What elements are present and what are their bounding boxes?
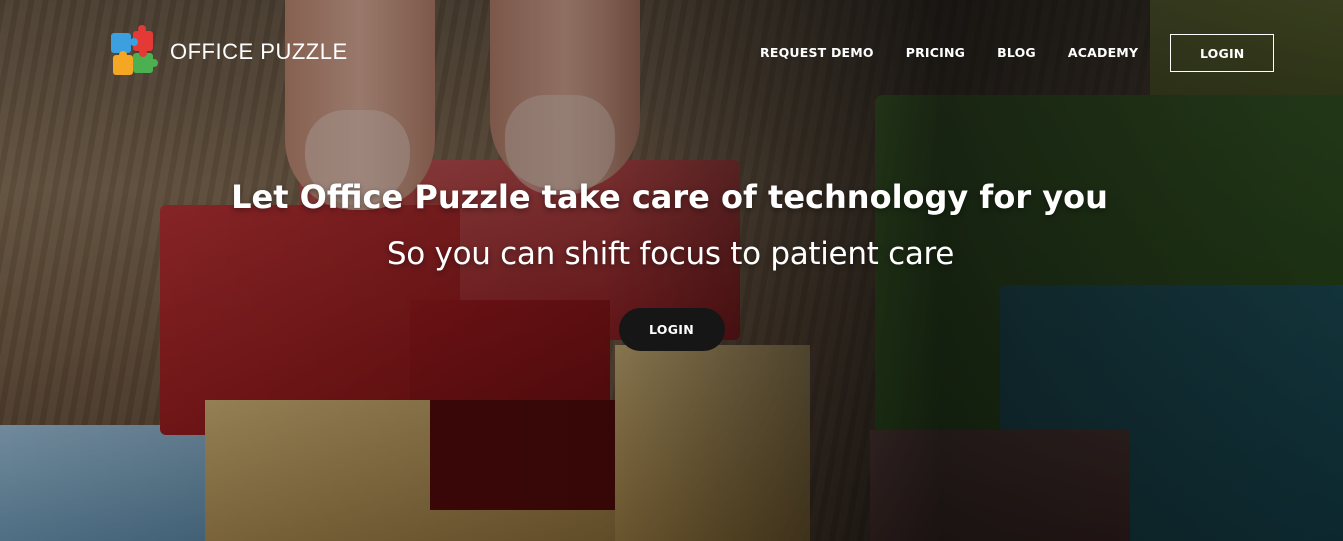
hero-content: Let Office Puzzle take care of technolog… <box>0 178 1343 351</box>
puzzle-pieces-icon <box>108 25 158 76</box>
brand-name: OFFICE PUZZLE <box>170 39 348 64</box>
nav-link-pricing[interactable]: PRICING <box>906 33 965 73</box>
hero-subtitle: So you can shift focus to patient care <box>386 236 955 272</box>
header-login-button[interactable]: LOGIN <box>1170 34 1275 72</box>
brand-logo[interactable]: OFFICE PUZZLE <box>108 25 348 76</box>
site-header: OFFICE PUZZLE REQUEST DEMO PRICING BLOG … <box>0 0 1343 100</box>
main-nav: REQUEST DEMO PRICING BLOG ACADEMY LOGIN <box>744 33 1275 73</box>
hero-login-button[interactable]: LOGIN <box>618 308 725 351</box>
hero-section: OFFICE PUZZLE REQUEST DEMO PRICING BLOG … <box>0 0 1343 541</box>
nav-link-request-demo[interactable]: REQUEST DEMO <box>760 33 874 73</box>
nav-link-academy[interactable]: ACADEMY <box>1068 33 1138 73</box>
hero-title: Let Office Puzzle take care of technolog… <box>231 178 1108 216</box>
nav-link-blog[interactable]: BLOG <box>997 33 1036 73</box>
